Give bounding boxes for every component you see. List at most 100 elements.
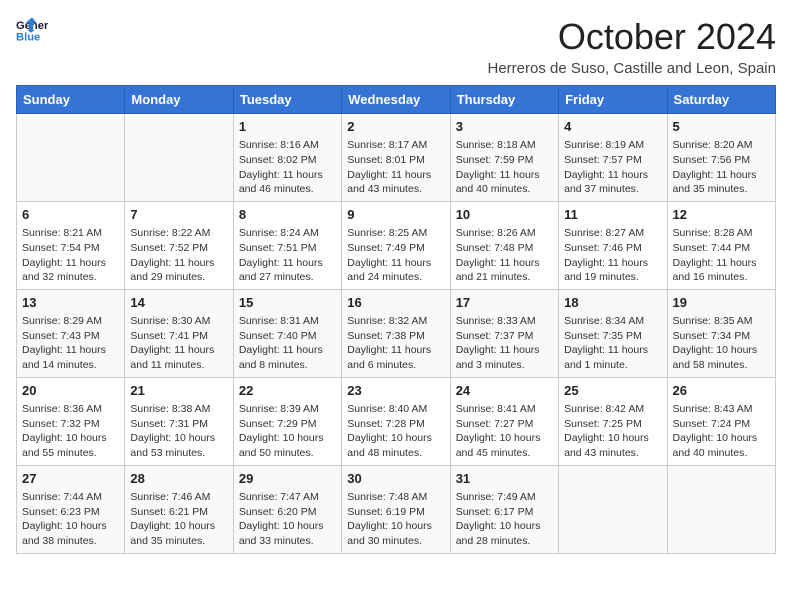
- day-info: Sunrise: 7:48 AM Sunset: 6:19 PM Dayligh…: [347, 490, 444, 549]
- day-info: Sunrise: 8:21 AM Sunset: 7:54 PM Dayligh…: [22, 226, 119, 285]
- day-info: Sunrise: 8:43 AM Sunset: 7:24 PM Dayligh…: [673, 402, 770, 461]
- day-number: 22: [239, 382, 336, 400]
- day-number: 4: [564, 118, 661, 136]
- day-number: 5: [673, 118, 770, 136]
- weekday-monday: Monday: [125, 86, 233, 114]
- calendar-cell: 10 Sunrise: 8:26 AM Sunset: 7:48 PM Dayli…: [450, 201, 558, 289]
- day-number: 28: [130, 470, 227, 488]
- week-row-5: 27 Sunrise: 7:44 AM Sunset: 6:23 PM Dayli…: [17, 465, 776, 553]
- day-number: 7: [130, 206, 227, 224]
- day-number: 21: [130, 382, 227, 400]
- calendar-cell: 5 Sunrise: 8:20 AM Sunset: 7:56 PM Daylig…: [667, 114, 775, 202]
- day-info: Sunrise: 8:32 AM Sunset: 7:38 PM Dayligh…: [347, 314, 444, 373]
- calendar-cell: 26 Sunrise: 8:43 AM Sunset: 7:24 PM Dayli…: [667, 377, 775, 465]
- day-number: 12: [673, 206, 770, 224]
- day-number: 23: [347, 382, 444, 400]
- calendar-cell: 28 Sunrise: 7:46 AM Sunset: 6:21 PM Dayli…: [125, 465, 233, 553]
- day-info: Sunrise: 8:26 AM Sunset: 7:48 PM Dayligh…: [456, 226, 553, 285]
- day-info: Sunrise: 8:30 AM Sunset: 7:41 PM Dayligh…: [130, 314, 227, 373]
- calendar-cell: 2Sunrise: 8:17 AM Sunset: 8:01 PM Daylig…: [342, 114, 450, 202]
- calendar-cell: 18 Sunrise: 8:34 AM Sunset: 7:35 PM Dayli…: [559, 289, 667, 377]
- day-info: Sunrise: 8:29 AM Sunset: 7:43 PM Dayligh…: [22, 314, 119, 373]
- month-title: October 2024: [487, 16, 776, 58]
- calendar-cell: 19Sunrise: 8:35 AM Sunset: 7:34 PM Dayli…: [667, 289, 775, 377]
- calendar-cell: 24 Sunrise: 8:41 AM Sunset: 7:27 PM Dayli…: [450, 377, 558, 465]
- weekday-thursday: Thursday: [450, 86, 558, 114]
- day-info: Sunrise: 8:17 AM Sunset: 8:01 PM Dayligh…: [347, 138, 444, 197]
- calendar-cell: 25Sunrise: 8:42 AM Sunset: 7:25 PM Dayli…: [559, 377, 667, 465]
- day-number: 29: [239, 470, 336, 488]
- week-row-4: 20 Sunrise: 8:36 AM Sunset: 7:32 PM Dayli…: [17, 377, 776, 465]
- calendar-cell: 21 Sunrise: 8:38 AM Sunset: 7:31 PM Dayli…: [125, 377, 233, 465]
- day-number: 6: [22, 206, 119, 224]
- day-number: 27: [22, 470, 119, 488]
- calendar-table: SundayMondayTuesdayWednesdayThursdayFrid…: [16, 85, 776, 554]
- day-number: 10: [456, 206, 553, 224]
- day-info: Sunrise: 8:18 AM Sunset: 7:59 PM Dayligh…: [456, 138, 553, 197]
- calendar-cell: 17 Sunrise: 8:33 AM Sunset: 7:37 PM Dayli…: [450, 289, 558, 377]
- day-info: Sunrise: 8:27 AM Sunset: 7:46 PM Dayligh…: [564, 226, 661, 285]
- day-number: 20: [22, 382, 119, 400]
- day-info: Sunrise: 8:41 AM Sunset: 7:27 PM Dayligh…: [456, 402, 553, 461]
- day-info: Sunrise: 8:20 AM Sunset: 7:56 PM Dayligh…: [673, 138, 770, 197]
- day-info: Sunrise: 8:33 AM Sunset: 7:37 PM Dayligh…: [456, 314, 553, 373]
- day-number: 31: [456, 470, 553, 488]
- calendar-cell: 16 Sunrise: 8:32 AM Sunset: 7:38 PM Dayli…: [342, 289, 450, 377]
- day-number: 9: [347, 206, 444, 224]
- day-info: Sunrise: 8:31 AM Sunset: 7:40 PM Dayligh…: [239, 314, 336, 373]
- day-number: 26: [673, 382, 770, 400]
- day-number: 16: [347, 294, 444, 312]
- day-number: 13: [22, 294, 119, 312]
- calendar-cell: 1Sunrise: 8:16 AM Sunset: 8:02 PM Daylig…: [233, 114, 341, 202]
- calendar-cell: 13 Sunrise: 8:29 AM Sunset: 7:43 PM Dayli…: [17, 289, 125, 377]
- day-info: Sunrise: 8:42 AM Sunset: 7:25 PM Dayligh…: [564, 402, 661, 461]
- calendar-cell: 12 Sunrise: 8:28 AM Sunset: 7:44 PM Dayli…: [667, 201, 775, 289]
- calendar-cell: 27 Sunrise: 7:44 AM Sunset: 6:23 PM Dayli…: [17, 465, 125, 553]
- day-info: Sunrise: 8:35 AM Sunset: 7:34 PM Dayligh…: [673, 314, 770, 373]
- day-number: 3: [456, 118, 553, 136]
- day-number: 24: [456, 382, 553, 400]
- calendar-cell: 22 Sunrise: 8:39 AM Sunset: 7:29 PM Dayli…: [233, 377, 341, 465]
- calendar-cell: 7 Sunrise: 8:22 AM Sunset: 7:52 PM Daylig…: [125, 201, 233, 289]
- day-info: Sunrise: 8:34 AM Sunset: 7:35 PM Dayligh…: [564, 314, 661, 373]
- day-number: 1: [239, 118, 336, 136]
- day-number: 18: [564, 294, 661, 312]
- day-number: 11: [564, 206, 661, 224]
- day-info: Sunrise: 7:46 AM Sunset: 6:21 PM Dayligh…: [130, 490, 227, 549]
- title-area: October 2024 Herreros de Suso, Castille …: [487, 16, 776, 77]
- week-row-2: 6 Sunrise: 8:21 AM Sunset: 7:54 PM Daylig…: [17, 201, 776, 289]
- day-info: Sunrise: 8:28 AM Sunset: 7:44 PM Dayligh…: [673, 226, 770, 285]
- day-info: Sunrise: 8:39 AM Sunset: 7:29 PM Dayligh…: [239, 402, 336, 461]
- calendar-cell: 29 Sunrise: 7:47 AM Sunset: 6:20 PM Dayli…: [233, 465, 341, 553]
- weekday-sunday: Sunday: [17, 86, 125, 114]
- day-info: Sunrise: 8:36 AM Sunset: 7:32 PM Dayligh…: [22, 402, 119, 461]
- day-info: Sunrise: 7:44 AM Sunset: 6:23 PM Dayligh…: [22, 490, 119, 549]
- calendar-cell: 31 Sunrise: 7:49 AM Sunset: 6:17 PM Dayli…: [450, 465, 558, 553]
- calendar-cell: 30Sunrise: 7:48 AM Sunset: 6:19 PM Dayli…: [342, 465, 450, 553]
- day-number: 8: [239, 206, 336, 224]
- calendar-cell: [667, 465, 775, 553]
- calendar-cell: 4 Sunrise: 8:19 AM Sunset: 7:57 PM Daylig…: [559, 114, 667, 202]
- calendar-cell: 14Sunrise: 8:30 AM Sunset: 7:41 PM Dayli…: [125, 289, 233, 377]
- calendar-cell: [17, 114, 125, 202]
- day-info: Sunrise: 8:40 AM Sunset: 7:28 PM Dayligh…: [347, 402, 444, 461]
- calendar-cell: 23 Sunrise: 8:40 AM Sunset: 7:28 PM Dayli…: [342, 377, 450, 465]
- weekday-friday: Friday: [559, 86, 667, 114]
- calendar-body: 1Sunrise: 8:16 AM Sunset: 8:02 PM Daylig…: [17, 114, 776, 554]
- weekday-header-row: SundayMondayTuesdayWednesdayThursdayFrid…: [17, 86, 776, 114]
- day-number: 17: [456, 294, 553, 312]
- logo-icon: General Blue: [16, 16, 48, 44]
- day-info: Sunrise: 8:22 AM Sunset: 7:52 PM Dayligh…: [130, 226, 227, 285]
- day-info: Sunrise: 8:25 AM Sunset: 7:49 PM Dayligh…: [347, 226, 444, 285]
- weekday-wednesday: Wednesday: [342, 86, 450, 114]
- weekday-tuesday: Tuesday: [233, 86, 341, 114]
- day-info: Sunrise: 8:24 AM Sunset: 7:51 PM Dayligh…: [239, 226, 336, 285]
- day-info: Sunrise: 7:47 AM Sunset: 6:20 PM Dayligh…: [239, 490, 336, 549]
- calendar-cell: 3 Sunrise: 8:18 AM Sunset: 7:59 PM Daylig…: [450, 114, 558, 202]
- day-info: Sunrise: 8:38 AM Sunset: 7:31 PM Dayligh…: [130, 402, 227, 461]
- day-info: Sunrise: 8:19 AM Sunset: 7:57 PM Dayligh…: [564, 138, 661, 197]
- day-number: 15: [239, 294, 336, 312]
- calendar-cell: 15 Sunrise: 8:31 AM Sunset: 7:40 PM Dayli…: [233, 289, 341, 377]
- day-info: Sunrise: 7:49 AM Sunset: 6:17 PM Dayligh…: [456, 490, 553, 549]
- calendar-cell: 20 Sunrise: 8:36 AM Sunset: 7:32 PM Dayli…: [17, 377, 125, 465]
